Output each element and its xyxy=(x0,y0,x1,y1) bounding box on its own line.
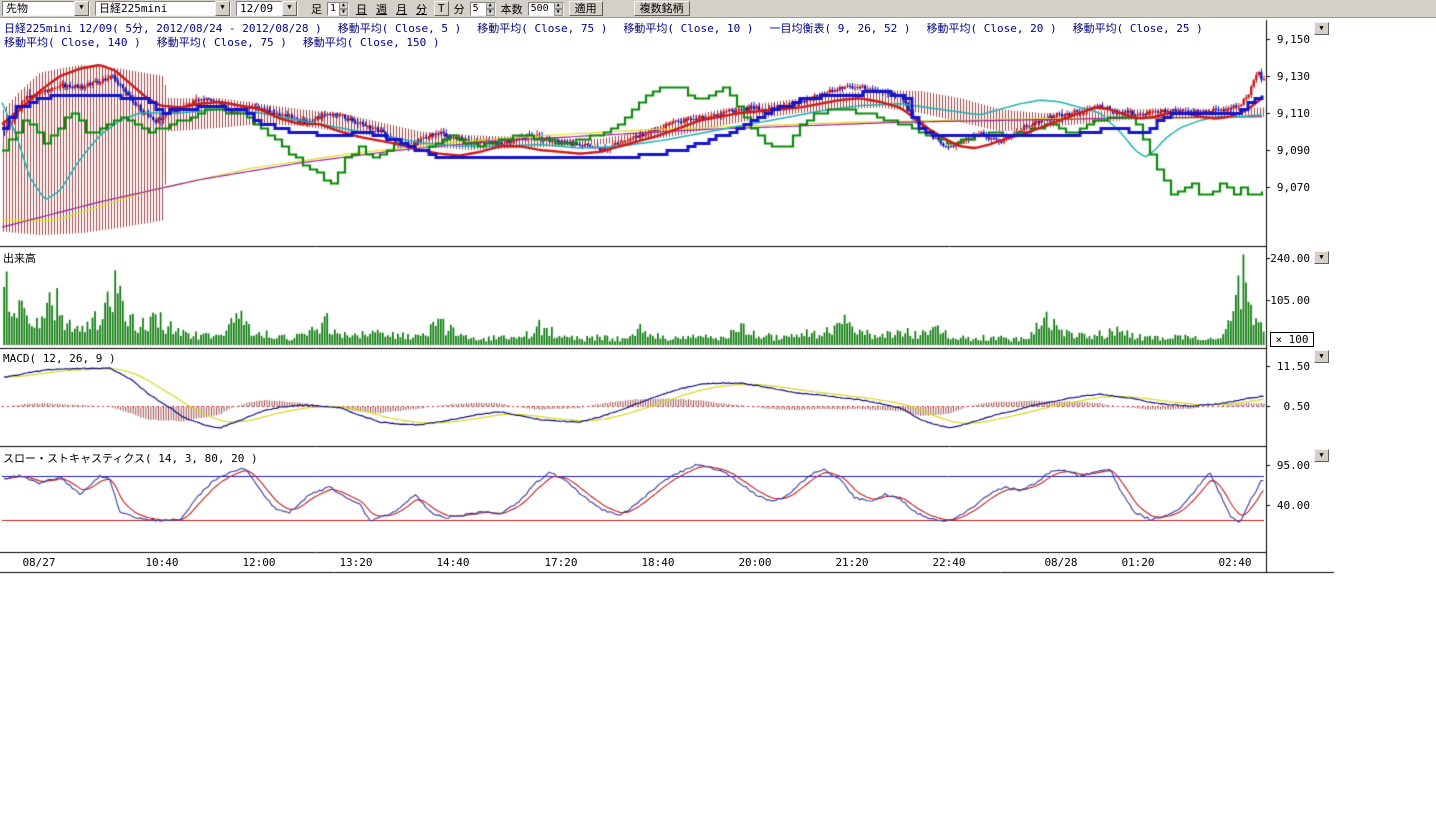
volume-pane-label: 出来高 xyxy=(3,250,36,266)
price-tick-label: 9,070 xyxy=(1268,181,1310,194)
indicator-legend: 移動平均( Close, 75 ) xyxy=(477,20,607,36)
price-tick-label: 9,150 xyxy=(1268,33,1310,46)
symbol-value: 日経225mini xyxy=(99,2,167,15)
spinner-arrows-icon[interactable]: ▲ ▼ xyxy=(339,2,348,16)
bar-count-value: 500 xyxy=(531,3,549,14)
time-tick-label: 18:40 xyxy=(641,556,674,569)
indicator-legend: 移動平均( Close, 20 ) xyxy=(927,20,1057,36)
spin-up-icon[interactable]: ▲ xyxy=(339,2,348,9)
volume-tick-label: 105.00 xyxy=(1268,294,1310,307)
contract-month-select[interactable]: 12/09 ▼ xyxy=(236,1,298,16)
macd-pane-label: MACD( 12, 26, 9 ) xyxy=(3,352,116,365)
dropdown-arrow-icon[interactable]: ▼ xyxy=(215,1,230,16)
spin-up-icon[interactable]: ▲ xyxy=(486,2,495,9)
stoch-tick-label: 40.00 xyxy=(1268,499,1310,512)
instrument-type-select[interactable]: 先物 ▼ xyxy=(2,1,90,16)
chart-application-window: 先物 ▼ 日経225mini ▼ 12/09 ▼ 足 1 ▲ ▼ 日 週 月 分… xyxy=(0,0,1436,834)
spinner-arrows-icon[interactable]: ▲ ▼ xyxy=(554,2,563,16)
stochastics-pane-label: スロー・ストキャスティクス( 14, 3, 80, 20 ) xyxy=(3,450,258,466)
bar-count-spinner[interactable]: 500 ▲ ▼ xyxy=(528,2,564,16)
toolbar: 先物 ▼ 日経225mini ▼ 12/09 ▼ 足 1 ▲ ▼ 日 週 月 分… xyxy=(0,0,1436,18)
instrument-type-value: 先物 xyxy=(6,2,28,15)
contract-month-value: 12/09 xyxy=(240,2,273,15)
price-tick-label: 9,090 xyxy=(1268,144,1310,157)
period-tick-button[interactable]: T xyxy=(434,1,449,16)
time-tick-label: 10:40 xyxy=(145,556,178,569)
indicator-legend: 移動平均( Close, 140 ) xyxy=(4,34,141,50)
macd-tick-label: 0.50 xyxy=(1268,400,1310,413)
spin-down-icon[interactable]: ▼ xyxy=(339,9,348,16)
collapse-price-pane-button[interactable]: ▼ xyxy=(1314,22,1329,35)
dropdown-arrow-icon[interactable]: ▼ xyxy=(282,1,297,16)
spin-down-icon[interactable]: ▼ xyxy=(486,9,495,16)
chart-canvas[interactable] xyxy=(0,0,1340,578)
collapse-macd-pane-button[interactable]: ▼ xyxy=(1314,350,1329,363)
bar-type-label: 足 xyxy=(311,1,322,17)
apply-button[interactable]: 適用 xyxy=(569,1,603,16)
indicator-legend-row-2: 移動平均( Close, 140 ) 移動平均( Close, 75 ) 移動平… xyxy=(4,34,440,50)
price-tick-label: 9,110 xyxy=(1268,107,1310,120)
time-tick-label: 14:40 xyxy=(436,556,469,569)
indicator-legend: 移動平均( Close, 150 ) xyxy=(303,34,440,50)
time-tick-label: 13:20 xyxy=(339,556,372,569)
minute-count-spinner[interactable]: 5 ▲ ▼ xyxy=(470,2,496,16)
bar-count-label: 本数 xyxy=(501,1,523,17)
bar-unit-spinner[interactable]: 1 ▲ ▼ xyxy=(327,2,349,16)
time-tick-label: 02:40 xyxy=(1218,556,1251,569)
volume-scale-box: × 100 xyxy=(1270,332,1314,347)
spin-down-icon[interactable]: ▼ xyxy=(554,9,563,16)
period-month-button[interactable]: 月 xyxy=(394,1,409,17)
time-tick-label: 08/27 xyxy=(22,556,55,569)
minute-count-value: 5 xyxy=(473,3,479,14)
time-tick-label: 12:00 xyxy=(242,556,275,569)
dropdown-arrow-icon[interactable]: ▼ xyxy=(74,1,89,16)
period-week-button[interactable]: 週 xyxy=(374,1,389,17)
collapse-stoch-pane-button[interactable]: ▼ xyxy=(1314,449,1329,462)
volume-tick-label: 240.00 xyxy=(1268,252,1310,265)
time-tick-label: 01:20 xyxy=(1121,556,1154,569)
time-tick-label: 20:00 xyxy=(738,556,771,569)
bar-unit-value: 1 xyxy=(330,3,336,14)
macd-tick-label: 11.50 xyxy=(1268,360,1310,373)
collapse-volume-pane-button[interactable]: ▼ xyxy=(1314,251,1329,264)
indicator-legend: 一目均衡表( 9, 26, 52 ) xyxy=(769,20,910,36)
multi-symbol-button[interactable]: 複数銘柄 xyxy=(634,1,690,16)
spinner-arrows-icon[interactable]: ▲ ▼ xyxy=(486,2,495,16)
price-tick-label: 9,130 xyxy=(1268,70,1310,83)
stoch-tick-label: 95.00 xyxy=(1268,459,1310,472)
minute-unit-label: 分 xyxy=(454,1,465,17)
period-day-button[interactable]: 日 xyxy=(354,1,369,17)
indicator-legend: 移動平均( Close, 75 ) xyxy=(157,34,287,50)
time-tick-label: 21:20 xyxy=(835,556,868,569)
period-minute-button[interactable]: 分 xyxy=(414,1,429,17)
spin-up-icon[interactable]: ▲ xyxy=(554,2,563,9)
indicator-legend: 移動平均( Close, 10 ) xyxy=(623,20,753,36)
time-tick-label: 22:40 xyxy=(932,556,965,569)
time-tick-label: 17:20 xyxy=(544,556,577,569)
indicator-legend: 移動平均( Close, 25 ) xyxy=(1073,20,1203,36)
time-tick-label: 08/28 xyxy=(1044,556,1077,569)
symbol-select[interactable]: 日経225mini ▼ xyxy=(95,1,231,16)
